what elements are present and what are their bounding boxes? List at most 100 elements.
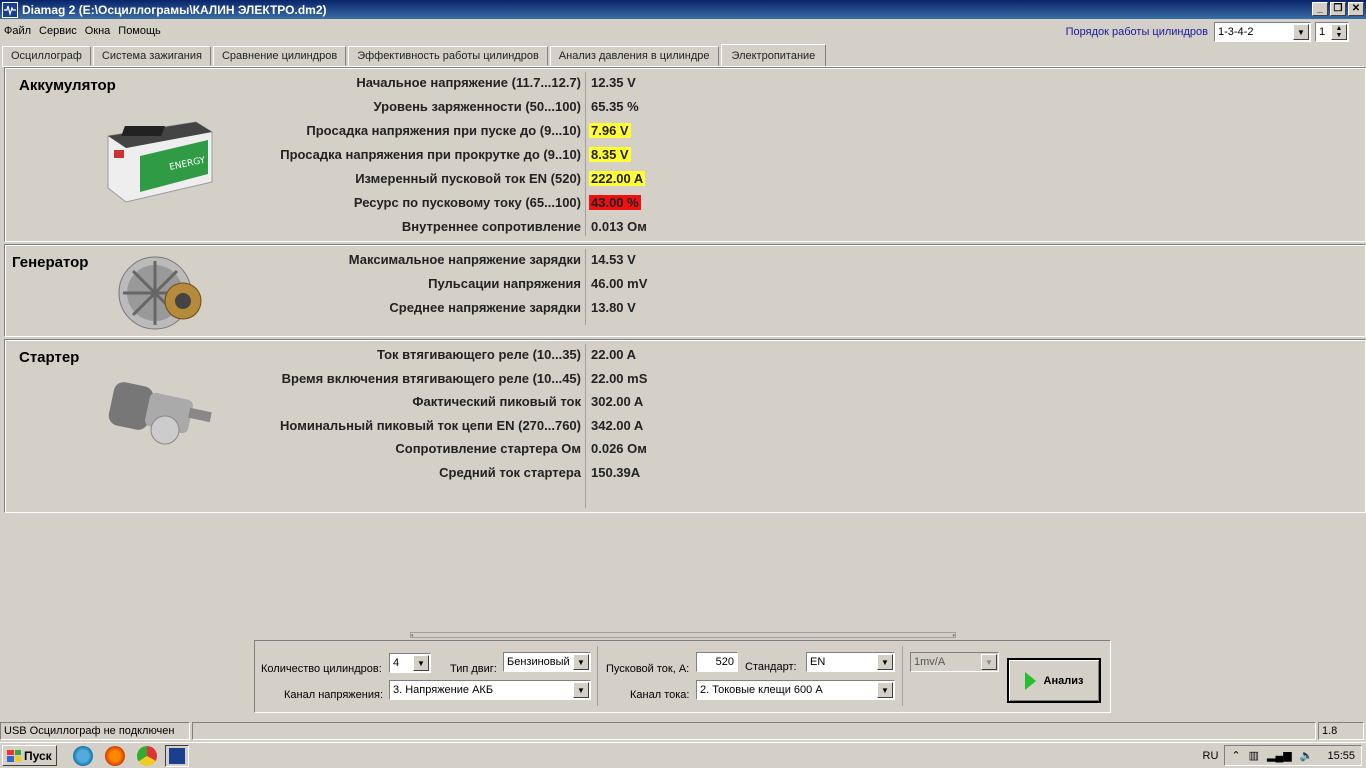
tab-power-supply[interactable]: Электропитание xyxy=(720,44,827,67)
starter-row-label: Сопротивление стартера Ом xyxy=(395,441,581,457)
menu-windows[interactable]: Окна xyxy=(81,25,115,37)
analyze-label: Анализ xyxy=(1043,674,1084,687)
generator-row: Пульсации напряжения 46.00 mV xyxy=(5,276,1005,298)
power-supply-panel: Аккумулятор ENERGY Начальное напряжение … xyxy=(2,66,1366,721)
menu-service[interactable]: Сервис xyxy=(35,25,81,37)
menu-help[interactable]: Помощь xyxy=(114,25,165,37)
battery-row-label: Внутреннее сопротивление xyxy=(401,219,581,234)
battery-row-label: Ресурс по пусковому току (65...100) xyxy=(353,195,581,210)
standard-label: Стандарт: xyxy=(745,661,797,673)
battery-row: Уровень заряженности (50...100) 65.35 % xyxy=(5,99,1005,121)
ie-icon[interactable] xyxy=(72,745,93,766)
starter-row: Средний ток стартера 150.39A xyxy=(5,465,1005,487)
status-version: 1.8 xyxy=(1318,722,1364,740)
title-bar: Diamag 2 (E:\Осциллограмы\КАЛИН ЭЛЕКТРО.… xyxy=(0,0,1366,19)
voltage-channel-value: 3. Напряжение АКБ xyxy=(393,684,494,696)
chevron-down-icon: ▼ xyxy=(877,654,893,670)
tab-oscilloscope[interactable]: Осциллограф xyxy=(2,46,91,66)
battery-row: Просадка напряжения при прокрутке до (9.… xyxy=(5,147,1005,169)
clock[interactable]: 15:55 xyxy=(1327,750,1355,762)
tray-expand-icon[interactable]: ⌃ xyxy=(1231,749,1240,762)
start-current-label: Пусковой ток, А: xyxy=(606,663,690,675)
voltage-channel-select[interactable]: 3. Напряжение АКБ ▼ xyxy=(389,680,591,700)
status-bar: USB Осциллограф не подключен 1.8 xyxy=(0,722,1366,741)
cylinder-spin-input[interactable]: 1 ▲ ▼ xyxy=(1315,22,1349,42)
analysis-settings-panel xyxy=(254,640,1111,713)
starter-row-value: 342.00 A xyxy=(591,417,644,433)
cylinders-count-select[interactable]: 4 ▼ xyxy=(389,653,431,673)
battery-row-value: 12.35 V xyxy=(591,75,636,90)
chevron-down-icon: ▼ xyxy=(981,654,997,670)
battery-row-label: Просадка напряжения при пуске до (9...10… xyxy=(306,123,581,138)
tab-cylinder-compare[interactable]: Сравнение цилиндров xyxy=(212,46,347,66)
starter-row-value: 22.00 mS xyxy=(591,370,648,386)
cylinders-count-value: 4 xyxy=(393,657,400,669)
system-tray: RU ⌃ ▥ ▂▄▆ 🔈 15:55 xyxy=(1203,745,1362,766)
panel-divider-2 xyxy=(902,646,903,706)
starter-section: Стартер Ток втягивающего реле (10...35) 2… xyxy=(4,339,1366,513)
battery-row: Начальное напряжение (11.7...12.7) 12.35 … xyxy=(5,75,1005,97)
starter-row: Сопротивление стартера Ом 0.026 Ом xyxy=(5,441,1005,463)
battery-row: Внутреннее сопротивление 0.013 Ом xyxy=(5,219,1005,241)
generator-row-label: Пульсации напряжения xyxy=(428,276,581,291)
current-channel-value: 2. Токовые клещи 600 А xyxy=(700,684,823,696)
starter-row-value: 22.00 A xyxy=(591,347,637,362)
restore-button[interactable]: ❐ xyxy=(1330,2,1346,16)
tab-cylinder-efficiency[interactable]: Эффективность работы цилиндров xyxy=(348,46,548,66)
battery-row-value: 222.00 A xyxy=(589,171,646,186)
play-icon xyxy=(1024,671,1036,690)
minimize-button[interactable]: _ xyxy=(1312,2,1328,16)
menu-file[interactable]: Файл xyxy=(0,25,35,37)
analyze-button[interactable]: Анализ xyxy=(1007,658,1101,703)
battery-row-label: Просадка напряжения при прокрутке до (9.… xyxy=(280,147,581,162)
tab-ignition[interactable]: Система зажигания xyxy=(92,46,211,66)
engine-type-value: Бензиновый xyxy=(507,656,570,668)
splitter-handle[interactable]: ▾ ▾ xyxy=(410,632,956,639)
battery-row: Ресурс по пусковому току (65...100) 43.00… xyxy=(5,195,1005,217)
starter-row-value: 302.00 A xyxy=(591,394,644,410)
engine-type-label: Тип двиг: xyxy=(450,663,497,675)
generator-row: Максимальное напряжение зарядки 14.53 V xyxy=(5,252,1005,274)
cylinder-order-select[interactable]: 1-3-4-2 ▼ xyxy=(1214,22,1311,42)
signal-icon[interactable]: ▂▄▆ xyxy=(1267,749,1292,762)
firefox-icon[interactable] xyxy=(104,745,125,766)
app-waveform-icon xyxy=(168,747,185,764)
starter-row: Ток втягивающего реле (10...35) 22.00 A xyxy=(5,347,1005,369)
cylinders-count-label: Количество цилиндров: xyxy=(261,663,382,675)
engine-type-select[interactable]: Бензиновый ▼ xyxy=(503,652,591,672)
starter-row: Время включения втягивающего реле (10...… xyxy=(5,371,1005,393)
tab-strip: Осциллограф Система зажигания Сравнение … xyxy=(2,44,828,67)
taskbar: Пуск RU ⌃ ▥ ▂▄▆ 🔈 15:55 xyxy=(0,742,1366,768)
diamag-task-button[interactable] xyxy=(164,744,189,767)
chevron-down-icon: ▼ xyxy=(413,655,429,671)
scale-select[interactable]: 1mv/A ▼ xyxy=(910,652,999,672)
battery-row-label: Начальное напряжение (11.7...12.7) xyxy=(356,75,581,90)
close-button[interactable]: ✕ xyxy=(1348,2,1364,16)
window-title: Diamag 2 (E:\Осциллограмы\КАЛИН ЭЛЕКТРО.… xyxy=(22,2,327,17)
scale-value: 1mv/A xyxy=(914,656,946,668)
generator-row-label: Среднее напряжение зарядки xyxy=(389,300,581,315)
speaker-icon[interactable]: 🔈 xyxy=(1300,749,1314,762)
chevron-down-icon: ▼ xyxy=(877,682,893,698)
start-current-input[interactable]: 520 xyxy=(696,652,738,672)
voltage-channel-label: Канал напряжения: xyxy=(284,689,383,701)
starter-row-label: Средний ток стартера xyxy=(439,465,581,480)
starter-row-value: 0.026 Ом xyxy=(591,441,647,457)
chrome-icon[interactable] xyxy=(136,745,157,766)
standard-select[interactable]: EN ▼ xyxy=(806,652,895,672)
battery-row-label: Уровень заряженности (50...100) xyxy=(373,99,581,114)
chevron-down-icon: ▼ xyxy=(573,654,589,670)
generator-row: Среднее напряжение зарядки 13.80 V xyxy=(5,300,1005,322)
chevron-down-icon: ▼ xyxy=(1293,24,1309,40)
network-icon[interactable]: ▥ xyxy=(1249,749,1259,762)
current-channel-select[interactable]: 2. Токовые клещи 600 А ▼ xyxy=(696,680,895,700)
language-indicator[interactable]: RU xyxy=(1203,750,1219,762)
app-waveform-icon xyxy=(2,1,18,18)
tab-pressure-analysis[interactable]: Анализ давления в цилиндре xyxy=(549,46,719,66)
battery-section: Аккумулятор ENERGY Начальное напряжение … xyxy=(4,67,1366,242)
battery-row-value: 7.96 V xyxy=(589,123,631,138)
standard-value: EN xyxy=(810,656,826,668)
generator-section: Генератор Максимальное напряжение зарядк… xyxy=(4,244,1366,337)
start-button[interactable]: Пуск xyxy=(2,745,57,766)
battery-row: Просадка напряжения при пуске до (9...10… xyxy=(5,123,1005,145)
